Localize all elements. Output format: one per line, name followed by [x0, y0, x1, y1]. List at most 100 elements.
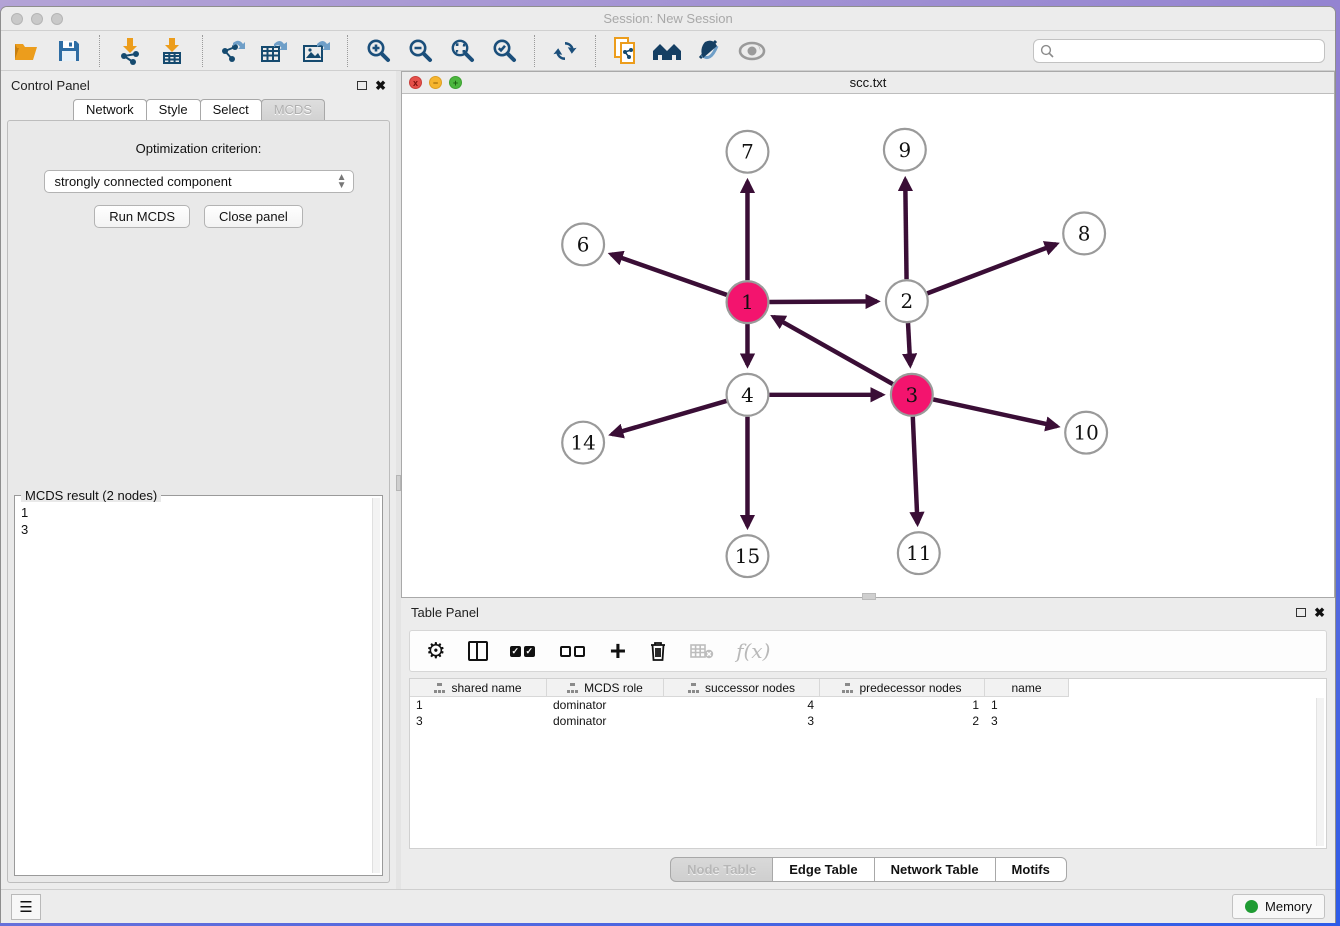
tab-network[interactable]: Network — [73, 99, 147, 120]
tab-edge-table[interactable]: Edge Table — [772, 857, 874, 882]
close-panel-icon[interactable]: ✖ — [375, 79, 386, 92]
selected-criterion: strongly connected component — [55, 174, 232, 189]
open-session-icon[interactable] — [11, 35, 43, 67]
table-row[interactable]: 3 dominator 3 2 3 — [410, 713, 1326, 729]
first-neighbors-icon[interactable] — [652, 35, 684, 67]
hide-selected-icon[interactable] — [694, 35, 726, 67]
tab-node-table[interactable]: Node Table — [670, 857, 773, 882]
graph-node-label-2: 2 — [901, 290, 914, 313]
toolbar-separator — [595, 35, 596, 67]
float-panel-icon[interactable] — [357, 81, 367, 90]
graph-edge-1-2 — [769, 301, 877, 302]
zoom-fit-icon[interactable] — [446, 35, 478, 67]
memory-status-icon — [1245, 900, 1258, 913]
column-header-shared-name[interactable]: shared name — [410, 679, 547, 697]
table-scrollbar[interactable] — [1316, 698, 1324, 846]
tab-motifs[interactable]: Motifs — [995, 857, 1067, 882]
task-history-icon[interactable]: ☰ — [11, 894, 41, 920]
titlebar: Session: New Session — [1, 7, 1335, 31]
close-panel-button[interactable]: Close panel — [204, 205, 303, 228]
column-header-predecessor-nodes[interactable]: predecessor nodes — [820, 679, 985, 697]
show-all-icon[interactable] — [736, 35, 768, 67]
mcds-result-text[interactable]: 1 3 — [17, 502, 372, 873]
toolbar-separator — [99, 35, 100, 67]
optimization-criterion-label: Optimization criterion: — [136, 141, 262, 156]
import-table-icon[interactable] — [156, 35, 188, 67]
close-table-panel-icon[interactable]: ✖ — [1314, 606, 1325, 619]
run-mcds-button[interactable]: Run MCDS — [94, 205, 190, 228]
import-network-icon[interactable] — [114, 35, 146, 67]
graph-node-label-3: 3 — [905, 384, 918, 407]
tab-style[interactable]: Style — [146, 99, 201, 120]
network-window-titlebar: scc.txt x − + — [402, 72, 1334, 94]
zoom-selected-icon[interactable] — [488, 35, 520, 67]
graph-node-label-7: 7 — [741, 141, 754, 164]
network-window-title: scc.txt — [402, 75, 1334, 90]
export-image-icon[interactable] — [301, 35, 333, 67]
window-title: Session: New Session — [1, 11, 1335, 26]
network-graph[interactable]: 1234678910111415 — [402, 94, 1334, 597]
table-tabs: Node Table Edge Table Network Table Moti… — [401, 849, 1335, 889]
add-column-icon[interactable]: + — [610, 641, 626, 661]
result-scrollbar[interactable] — [372, 498, 380, 873]
graph-edge-3-11 — [913, 417, 918, 524]
column-type-icon — [567, 683, 578, 693]
export-network-icon[interactable] — [217, 35, 249, 67]
graph-edge-1-6 — [611, 254, 726, 295]
memory-label: Memory — [1265, 899, 1312, 914]
zoom-out-icon[interactable] — [404, 35, 436, 67]
column-type-icon — [842, 683, 853, 693]
graph-edge-3-10 — [933, 399, 1057, 426]
select-all-columns-icon[interactable]: ✓✓ — [510, 646, 538, 657]
save-session-icon[interactable] — [53, 35, 85, 67]
graph-node-label-11: 11 — [906, 542, 931, 565]
function-builder-icon-disabled: f(x) — [736, 639, 770, 663]
table-panel: Table Panel ✖ ⚙ ✓✓ + — [401, 598, 1335, 889]
graph-node-label-4: 4 — [741, 384, 754, 407]
export-table-icon[interactable] — [259, 35, 291, 67]
control-panel-tabs: Network Style Select MCDS — [1, 99, 396, 120]
app-window: Session: New Session — [0, 6, 1336, 923]
search-box[interactable] — [1033, 39, 1325, 63]
graph-edge-2-9 — [905, 180, 906, 280]
float-table-panel-icon[interactable] — [1296, 608, 1306, 617]
column-header-mcds-role[interactable]: MCDS role — [547, 679, 664, 697]
column-type-icon — [688, 683, 699, 693]
toolbar-separator — [202, 35, 203, 67]
tab-mcds[interactable]: MCDS — [261, 99, 325, 120]
mcds-result-title: MCDS result (2 nodes) — [21, 488, 161, 503]
column-type-icon — [434, 683, 445, 693]
refresh-icon[interactable] — [549, 35, 581, 67]
deselect-all-columns-icon[interactable] — [560, 646, 588, 657]
mcds-result-box: MCDS result (2 nodes) 1 3 — [14, 495, 383, 876]
search-icon — [1040, 44, 1054, 58]
show-columns-icon[interactable] — [468, 641, 488, 661]
graph-node-label-1: 1 — [741, 291, 754, 314]
table-settings-icon[interactable]: ⚙ — [426, 639, 446, 664]
control-panel-title: Control Panel — [11, 78, 90, 93]
zoom-in-icon[interactable] — [362, 35, 394, 67]
network-window: scc.txt x − + 1234678910111415 — [401, 71, 1335, 598]
optimization-criterion-select[interactable]: strongly connected component ▲▼ — [44, 170, 354, 193]
table-row[interactable]: 1 dominator 4 1 1 — [410, 697, 1326, 713]
column-header-name[interactable]: name — [985, 679, 1069, 697]
tab-select[interactable]: Select — [200, 99, 262, 120]
graph-node-label-15: 15 — [735, 545, 760, 568]
main-toolbar — [1, 31, 1335, 71]
duplicate-network-icon[interactable] — [610, 35, 642, 67]
toolbar-separator — [347, 35, 348, 67]
memory-button[interactable]: Memory — [1232, 894, 1325, 919]
graph-edge-2-3 — [908, 323, 910, 365]
node-table: shared name MCDS role successor nodes pr… — [409, 678, 1327, 849]
graph-node-label-6: 6 — [577, 233, 590, 256]
graph-edge-4-14 — [612, 401, 727, 434]
select-stepper-icon: ▲▼ — [337, 174, 347, 190]
graph-node-label-10: 10 — [1073, 422, 1098, 445]
graph-edge-3-1 — [774, 317, 893, 384]
column-header-successor-nodes[interactable]: successor nodes — [664, 679, 820, 697]
horizontal-divider-grip[interactable] — [862, 593, 876, 600]
graph-node-label-8: 8 — [1078, 222, 1091, 245]
search-input[interactable] — [1058, 44, 1318, 58]
tab-network-table[interactable]: Network Table — [874, 857, 996, 882]
delete-column-icon[interactable] — [648, 640, 668, 662]
